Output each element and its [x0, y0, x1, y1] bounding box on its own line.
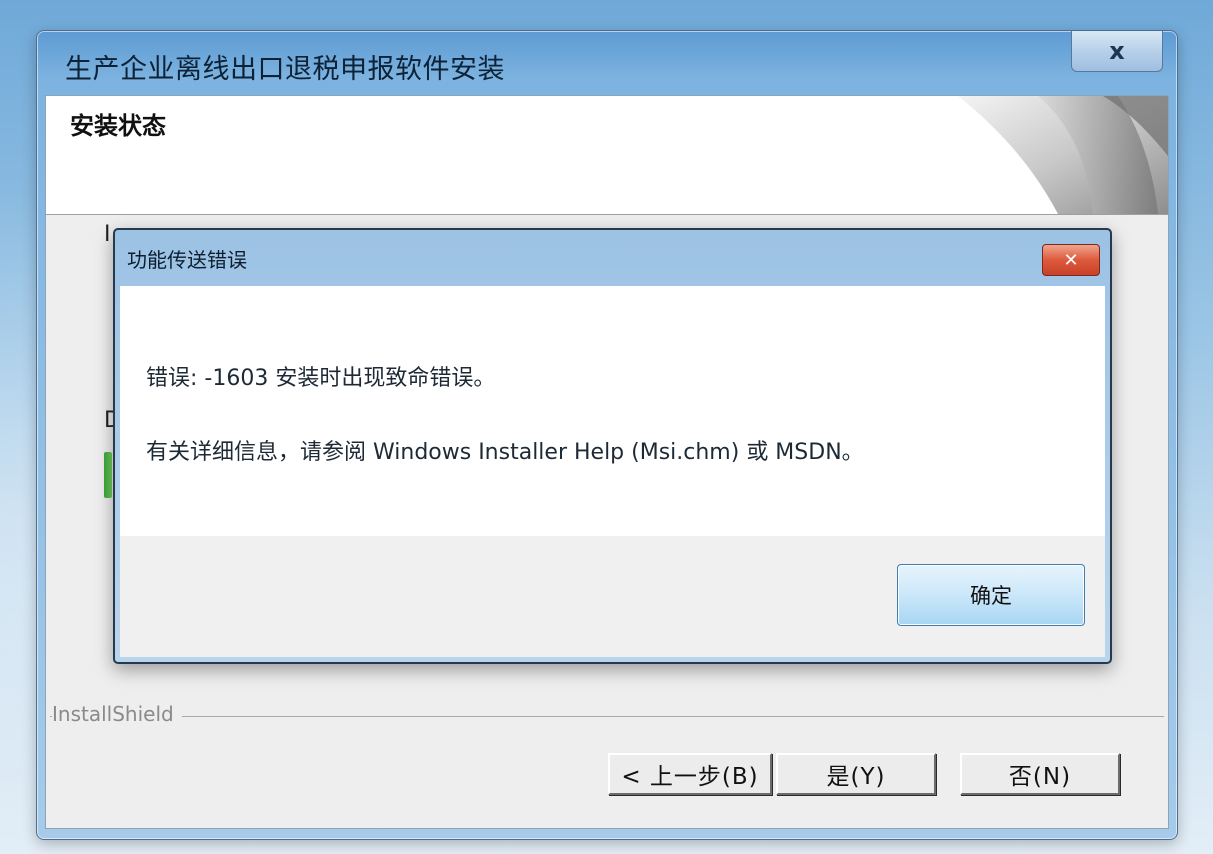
obscured-text-fragment: I	[104, 222, 111, 247]
progress-bar-fragment	[104, 452, 112, 498]
close-icon: x	[1109, 37, 1125, 65]
installshield-divider	[50, 716, 1164, 717]
back-button[interactable]: < 上一步(B)	[608, 753, 772, 795]
no-button[interactable]: 否(N)	[960, 753, 1120, 795]
yes-button[interactable]: 是(Y)	[776, 753, 936, 795]
ok-button[interactable]: 确定	[897, 564, 1085, 626]
installshield-label: InstallShield	[52, 702, 182, 726]
error-dialog-title: 功能传送错误	[127, 248, 247, 272]
banner-title: 安装状态	[70, 112, 166, 140]
error-dialog-footer: 确定	[120, 536, 1105, 657]
installer-close-button[interactable]: x	[1071, 31, 1163, 72]
error-dialog: 功能传送错误 ✕ 错误: -1603 安装时出现致命错误。 有关详细信息，请参阅…	[113, 228, 1112, 664]
page-curl-graphic	[958, 96, 1168, 214]
error-dialog-body: 错误: -1603 安装时出现致命错误。 有关详细信息，请参阅 Windows …	[120, 286, 1105, 536]
installer-window-title: 生产企业离线出口退税申报软件安装	[65, 54, 505, 85]
error-message: 错误: -1603 安装时出现致命错误。	[146, 366, 496, 391]
error-dialog-close-button[interactable]: ✕	[1042, 244, 1100, 276]
close-icon: ✕	[1063, 249, 1079, 271]
installer-banner: 安装状态	[46, 96, 1168, 215]
error-help-text: 有关详细信息，请参阅 Windows Installer Help (Msi.c…	[146, 440, 864, 465]
